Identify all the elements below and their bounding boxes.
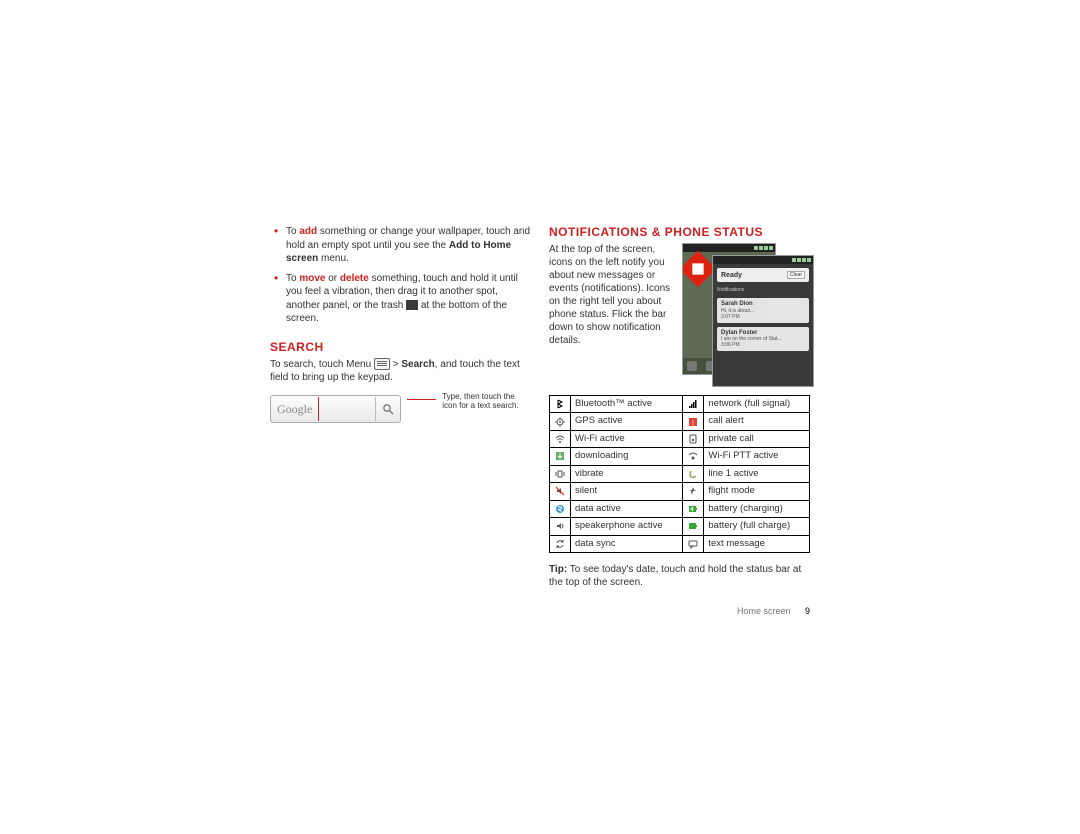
- status-label: network (full signal): [704, 396, 810, 413]
- status-label: flight mode: [704, 483, 810, 500]
- search-instruction: To search, touch Menu > Search, and touc…: [270, 358, 531, 385]
- wifi-icon: [550, 430, 571, 447]
- gps-icon: [550, 413, 571, 430]
- status-label: private call: [704, 430, 810, 447]
- status-row: silent flight mode: [550, 483, 810, 500]
- status-label: Wi-Fi active: [571, 430, 683, 447]
- google-brand: Google: [271, 397, 319, 421]
- status-label: Wi-Fi PTT active: [704, 448, 810, 465]
- notifications-paragraph: At the top of the screen, icons on the l…: [549, 243, 674, 383]
- search-widget-illustration: Google Type, then touch the icon for a t…: [270, 395, 531, 423]
- spk-icon: [550, 518, 571, 535]
- status-row: data active battery (charging): [550, 500, 810, 517]
- vib-icon: [550, 465, 571, 482]
- search-icon: [375, 397, 400, 421]
- left-column: To add something or change your wallpape…: [270, 225, 531, 590]
- status-row: Bluetooth™ active network (full signal): [550, 396, 810, 413]
- notifications-label: Notifications: [713, 286, 813, 294]
- sync-icon: [550, 535, 571, 552]
- status-label: speakerphone active: [571, 518, 683, 535]
- callout-text: Type, then touch the icon for a text sea…: [442, 392, 531, 411]
- page-number: 9: [805, 606, 810, 616]
- status-row: Wi-Fi active private call: [550, 430, 810, 447]
- status-label: vibrate: [571, 465, 683, 482]
- status-label: downloading: [571, 448, 683, 465]
- bc-icon: [683, 500, 704, 517]
- status-label: silent: [571, 483, 683, 500]
- phone-screenshots: Ready Clear Notifications Sarah Dion Hi,…: [682, 243, 810, 383]
- footer-label: Home screen: [737, 606, 791, 616]
- status-icon-table: Bluetooth™ activenetwork (full signal)GP…: [549, 395, 810, 553]
- status-label: data active: [571, 500, 683, 517]
- status-row: GPS active! call alert: [550, 413, 810, 430]
- bt-icon: [550, 396, 571, 413]
- status-row: downloading Wi-Fi PTT active: [550, 448, 810, 465]
- status-label: Bluetooth™ active: [571, 396, 683, 413]
- heading-notifications: NOTIFICATIONS & PHONE STATUS: [549, 225, 810, 239]
- search-input-area: [319, 396, 375, 422]
- right-column: NOTIFICATIONS & PHONE STATUS At the top …: [549, 225, 810, 590]
- heading-search: SEARCH: [270, 340, 531, 354]
- status-label: battery (charging): [704, 500, 810, 517]
- bullet-add: To add something or change your wallpape…: [270, 225, 531, 266]
- page-footer: Home screen 9: [737, 606, 810, 616]
- l1-icon: [683, 465, 704, 482]
- dl-icon: [550, 448, 571, 465]
- alert-icon: !: [683, 413, 704, 430]
- status-label: battery (full charge): [704, 518, 810, 535]
- notification-item-1: Sarah Dion Hi, it is about... 3:07 PM: [717, 298, 809, 323]
- svg-text:!: !: [692, 420, 694, 427]
- manual-page: To add something or change your wallpape…: [270, 225, 810, 590]
- status-label: call alert: [704, 413, 810, 430]
- ready-label: Ready: [721, 272, 742, 279]
- clear-button: Clear: [787, 271, 805, 279]
- status-label: data sync: [571, 535, 683, 552]
- msg-icon: [683, 535, 704, 552]
- net-icon: [683, 396, 704, 413]
- callout-connector: [407, 399, 436, 414]
- bullet-move-delete: To move or delete something, touch and h…: [270, 272, 531, 326]
- status-row: data sync text message: [550, 535, 810, 552]
- status-row: speakerphone active battery (full charge): [550, 518, 810, 535]
- status-label: GPS active: [571, 413, 683, 430]
- notification-item-2: Dylan Foster I am on the corner of Stat.…: [717, 327, 809, 352]
- status-label: line 1 active: [704, 465, 810, 482]
- bf-icon: [683, 518, 704, 535]
- trash-icon: [406, 300, 418, 310]
- fm-icon: [683, 483, 704, 500]
- status-label: text message: [704, 535, 810, 552]
- menu-icon: [374, 358, 390, 370]
- phone-notification-shade: Ready Clear Notifications Sarah Dion Hi,…: [712, 255, 814, 387]
- sil-icon: [550, 483, 571, 500]
- ptt-icon: [683, 448, 704, 465]
- da-icon: [550, 500, 571, 517]
- priv-icon: [683, 430, 704, 447]
- tip-text: Tip: To see today's date, touch and hold…: [549, 563, 810, 590]
- status-row: vibrate line 1 active: [550, 465, 810, 482]
